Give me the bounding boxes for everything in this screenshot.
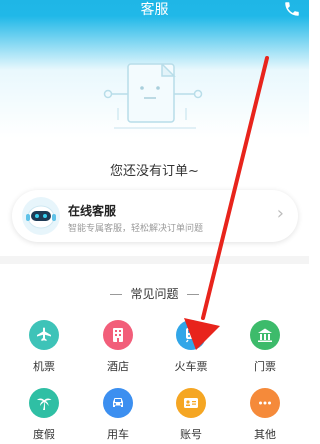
phone-icon[interactable] [283,0,301,18]
divider-line-right [186,294,199,295]
empty-order-text: 您还没有订单~ [110,164,199,179]
faq-item-train[interactable]: 火车票 [161,320,221,376]
faq-item-label: 其他 [254,428,276,441]
faq-item-label: 火车票 [174,360,208,373]
section-divider [0,256,309,264]
faq-section-title: 常见问题 [0,285,309,302]
faq-item-car[interactable]: 用车 [88,388,148,444]
empty-order-illustration [103,63,203,129]
divider-line-left [110,294,123,295]
page-title: 客服 [140,2,169,18]
faq-item-flight[interactable]: 机票 [14,320,74,376]
train-icon [176,320,206,350]
car-icon [103,388,133,418]
faq-item-vacation[interactable]: 度假 [14,388,74,444]
faq-item-account[interactable]: 账号 [161,388,221,444]
faq-item-label: 门票 [254,360,276,373]
palm-tree-icon [29,388,59,418]
faq-title-text: 常见问题 [130,287,179,301]
robot-avatar-icon [22,197,60,235]
faq-item-ticket[interactable]: 门票 [235,320,295,376]
faq-item-hotel[interactable]: 酒店 [88,320,148,376]
chevron-right-icon: › [276,203,284,224]
faq-item-other[interactable]: 其他 [235,388,295,444]
faq-item-label: 酒店 [107,360,129,373]
faq-item-label: 账号 [180,428,202,441]
faq-item-label: 度假 [33,428,55,441]
online-service-title: 在线客服 [68,204,117,218]
plane-icon [29,320,59,350]
hotel-icon [103,320,133,350]
more-dots-icon [250,388,280,418]
ticket-icon [250,320,280,350]
online-service-card[interactable]: 在线客服 智能专属客服，轻松解决订单问题 › [12,190,298,242]
account-card-icon [176,388,206,418]
online-service-subtitle: 智能专属客服，轻松解决订单问题 [68,224,204,234]
faq-item-label: 用车 [107,428,129,441]
faq-item-label: 机票 [33,360,55,373]
